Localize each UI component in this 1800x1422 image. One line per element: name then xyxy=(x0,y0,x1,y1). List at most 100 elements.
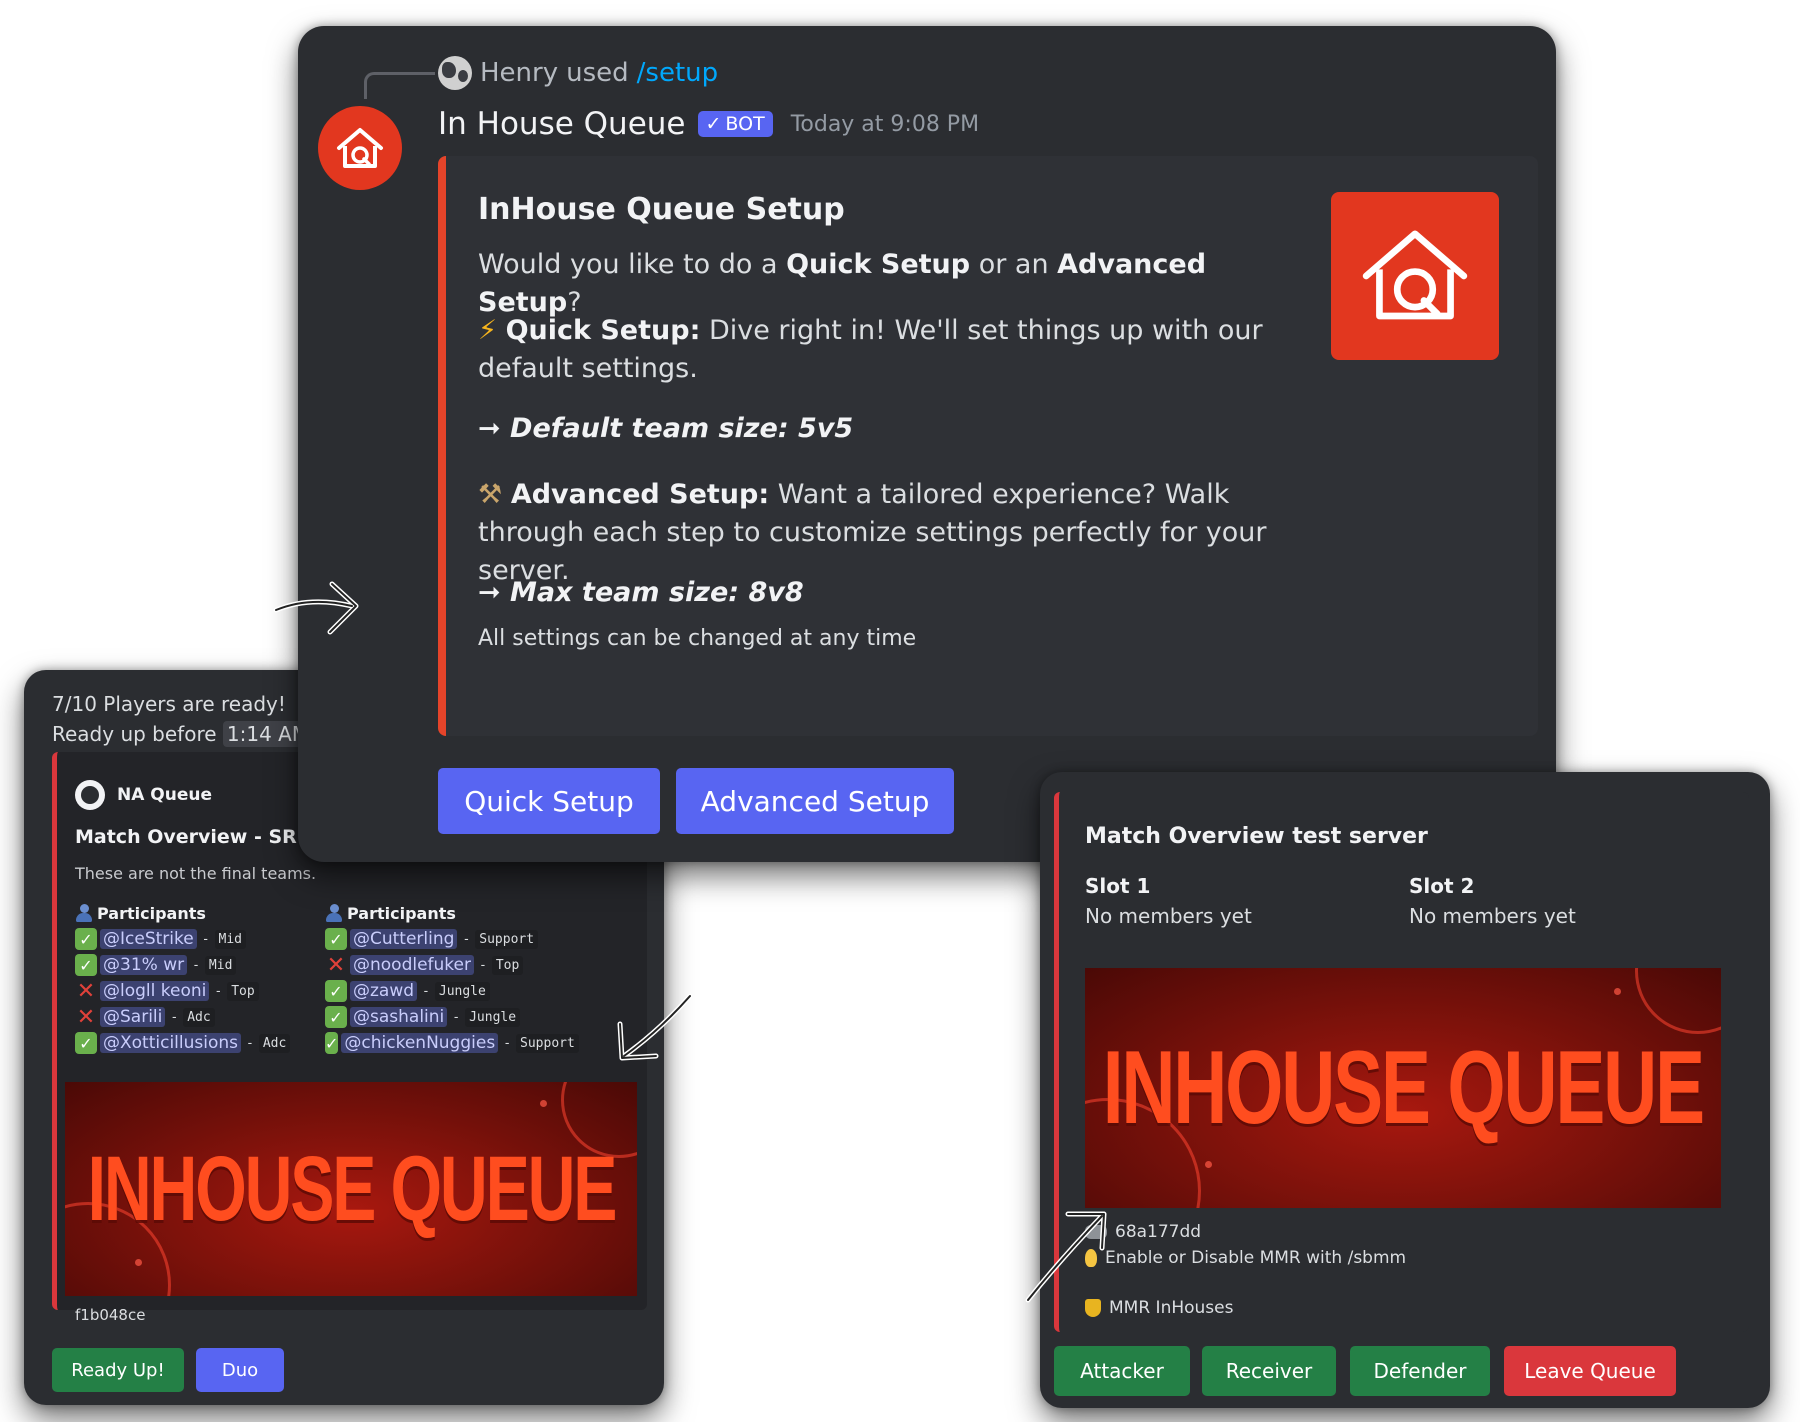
participant-row: ✕ @noodlefuker - Top xyxy=(325,952,575,978)
separator: - xyxy=(201,931,210,947)
inhouse-queue-banner: INHOUSE QUEUE xyxy=(65,1082,637,1296)
slot-1-value: No members yet xyxy=(1085,904,1252,928)
banner-text: INHOUSE QUEUE xyxy=(87,1137,617,1240)
team1-header: Participants xyxy=(75,900,325,926)
banner-text: INHOUSE QUEUE xyxy=(1102,1029,1705,1146)
ready-up-button[interactable]: Ready Up! xyxy=(52,1348,184,1392)
user-mention[interactable]: @Cutterling xyxy=(350,929,458,949)
separator: - xyxy=(192,957,200,973)
check-icon: ✓ xyxy=(325,928,347,950)
app-name[interactable]: In House Queue xyxy=(438,106,686,142)
separator: - xyxy=(479,957,487,973)
inhouse-queue-banner: INHOUSE QUEUE xyxy=(1085,968,1721,1208)
cross-icon: ✕ xyxy=(76,978,96,1004)
embed-footer: All settings can be changed at any time xyxy=(478,626,917,651)
user-mention[interactable]: @noodlefuker xyxy=(350,955,474,975)
lightning-icon: ⚡ xyxy=(478,315,497,346)
arrow-right-icon: ➞ xyxy=(478,413,501,444)
receiver-button[interactable]: Receiver xyxy=(1202,1346,1336,1396)
cross-icon: ✕ xyxy=(326,952,346,978)
tools-icon: ⚒ xyxy=(478,479,503,510)
match-overview-embed: Match Overview test server Slot 1 No mem… xyxy=(1054,792,1749,1332)
user-mention[interactable]: @sashalini xyxy=(350,1007,448,1027)
embed-title: InHouse Queue Setup xyxy=(478,192,845,227)
person-icon xyxy=(75,904,93,922)
reply-user[interactable]: Henry xyxy=(480,58,558,88)
advanced-setup-button[interactable]: Advanced Setup xyxy=(676,768,954,834)
house-q-icon xyxy=(337,128,383,168)
user-mention[interactable]: @Xotticillusions xyxy=(100,1033,242,1053)
embed-title: Match Overview - SR To xyxy=(75,826,327,848)
command-reply-header: Henry used /setup xyxy=(438,56,718,90)
mmr-hint-line: Enable or Disable MMR with /sbmm xyxy=(1085,1248,1406,1268)
bot-tag-label: BOT xyxy=(725,113,765,135)
setup-message-card: Henry used /setup In House Queue ✓ BOT T… xyxy=(298,26,1556,862)
user-mention[interactable]: @IceStrike xyxy=(100,929,197,949)
bot-tag: ✓ BOT xyxy=(697,111,773,137)
slot-2-value: No members yet xyxy=(1409,904,1576,928)
role-label: Adc xyxy=(258,1033,291,1053)
team2-header: Participants xyxy=(325,900,575,926)
separator: - xyxy=(246,1035,254,1051)
user-mention[interactable]: @zawd xyxy=(350,981,418,1001)
separator: - xyxy=(462,931,471,947)
separator: - xyxy=(452,1009,461,1025)
reply-connector xyxy=(364,72,435,99)
defender-button[interactable]: Defender xyxy=(1350,1346,1490,1396)
reply-verb: used xyxy=(566,58,629,88)
ready-before-line: Ready up before 1:14 AM xyxy=(52,721,314,747)
participant-row: ✓ @31% wr - Mid xyxy=(75,952,325,978)
house-q-icon xyxy=(1362,230,1468,320)
test-server-message-card: Match Overview test server Slot 1 No mem… xyxy=(1040,772,1770,1408)
role-label: Top xyxy=(491,955,524,975)
ready-before-prefix: Ready up before xyxy=(52,722,217,746)
separator: - xyxy=(170,1009,179,1025)
user-mention[interactable]: @chickenNuggies xyxy=(341,1033,499,1053)
author-name: NA Queue xyxy=(117,785,213,805)
pointer-arrow-to-right xyxy=(1025,1211,1107,1303)
user-mention[interactable]: @Sarili xyxy=(100,1007,166,1027)
quick-setup-button[interactable]: Quick Setup xyxy=(438,768,660,834)
team1-column: Participants ✓ @IceStrike - Mid ✓ @31% wr - Mid… xyxy=(75,900,325,1056)
role-label: Jungle xyxy=(434,981,490,1001)
participant-row: ✓ @Xotticillusions - Adc xyxy=(75,1030,325,1056)
reply-command[interactable]: /setup xyxy=(637,58,718,88)
participant-row: ✓ @Cutterling - Support xyxy=(325,926,575,952)
pointer-arrow-to-left xyxy=(617,993,693,1061)
advanced-setup-desc: ⚒ Advanced Setup: Want a tailored experi… xyxy=(478,479,1267,586)
ready-count-text: 7/10 Players are ready! xyxy=(52,692,286,716)
leave-queue-button[interactable]: Leave Queue xyxy=(1504,1346,1676,1396)
role-label: Adc xyxy=(183,1007,215,1027)
embed-title: Match Overview test server xyxy=(1085,824,1428,849)
globe-icon xyxy=(75,780,105,810)
user-mention[interactable]: @31% wr xyxy=(100,955,188,975)
team2-column: Participants ✓ @Cutterling - Support ✕ @noodl… xyxy=(325,900,579,1056)
role-label: Support xyxy=(516,1033,579,1053)
participant-row: ✓ @zawd - Jungle xyxy=(325,978,575,1004)
check-icon: ✓ xyxy=(75,1032,97,1054)
separator: - xyxy=(214,983,223,999)
embed-author: NA Queue xyxy=(75,780,212,810)
check-icon: ✓ xyxy=(325,1032,339,1054)
attacker-button[interactable]: Attacker xyxy=(1054,1346,1190,1396)
check-icon: ✓ xyxy=(325,980,347,1002)
match-id: 68a177dd xyxy=(1115,1222,1202,1242)
participant-row: ✓ @chickenNuggies - Support xyxy=(325,1030,579,1056)
team1-header-label: Participants xyxy=(97,903,206,923)
default-team-size: ➞ Default team size: 5v5 xyxy=(478,413,854,444)
user-mention[interactable]: @logll keoni xyxy=(100,981,210,1001)
check-icon: ✓ xyxy=(75,954,97,976)
bot-avatar[interactable] xyxy=(318,106,402,190)
check-icon: ✓ xyxy=(325,1006,347,1028)
person-icon xyxy=(325,904,343,922)
cross-icon: ✕ xyxy=(76,1004,96,1030)
mmr-hint: Enable or Disable MMR with /sbmm xyxy=(1105,1248,1407,1268)
setup-question: Would you like to do a Quick Setup or an… xyxy=(478,249,1207,318)
message-header: In House Queue ✓ BOT Today at 9:08 PM xyxy=(438,106,979,142)
duo-button[interactable]: Duo xyxy=(196,1348,284,1392)
message-timestamp: Today at 9:08 PM xyxy=(790,111,980,137)
check-icon: ✓ xyxy=(75,928,97,950)
participant-row: ✕ @logll keoni - Top xyxy=(75,978,325,1004)
check-icon: ✓ xyxy=(705,113,722,135)
arrow-right-icon: ➞ xyxy=(478,577,501,608)
